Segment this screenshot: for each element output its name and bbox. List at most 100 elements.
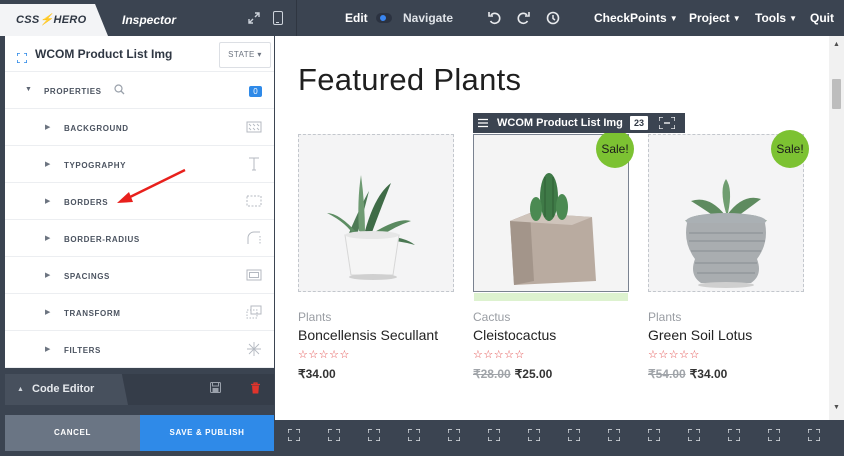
redo-icon[interactable] [515,10,531,26]
chevron-right-icon: ▶ [45,272,51,279]
fit-selection-icon[interactable] [659,117,675,129]
code-editor-bar: ▲ Code Editor [5,374,274,405]
chevron-up-icon: ▲ [17,386,24,393]
undo-icon[interactable] [487,10,503,26]
property-transform[interactable]: ▶ TRANSFORM [5,294,274,331]
select-target-icon[interactable] [488,429,500,441]
product-price: ₹28.00 ₹25.00 [473,367,552,381]
product-category[interactable]: Plants [298,310,331,324]
select-target-icon[interactable] [808,429,820,441]
expand-icon[interactable] [248,12,260,24]
mobile-device-icon[interactable] [273,11,283,25]
select-target-icon[interactable] [648,429,660,441]
save-icon[interactable] [210,382,221,393]
select-target-icon[interactable] [328,429,340,441]
select-target-icon[interactable] [288,429,300,441]
brand-right: HERO [53,14,87,26]
property-border-radius[interactable]: ▶ BORDER-RADIUS [5,220,274,257]
property-background[interactable]: ▶ BACKGROUND [5,109,274,146]
product-category[interactable]: Cactus [473,310,510,324]
vertical-scrollbar[interactable]: ▲ ▼ [829,36,844,420]
plant-image [327,175,415,280]
properties-label: PROPERTIES [44,87,102,96]
scroll-thumb[interactable] [832,79,841,109]
property-label: BACKGROUND [64,124,129,133]
select-target-icon[interactable] [608,429,620,441]
filters-icon [247,342,261,356]
chevron-down-icon: ▼ [732,14,741,23]
product-card[interactable]: Plants Boncellensis Secullant ☆☆☆☆☆ ₹34.… [298,134,454,381]
select-target-icon[interactable] [568,429,580,441]
selection-count-badge: 23 [630,116,648,130]
borders-icon [246,195,262,207]
selection-toolbar[interactable]: WCOM Product List Img 23 [473,113,685,133]
scroll-down-arrow-icon[interactable]: ▼ [833,404,840,411]
save-publish-button[interactable]: SAVE & PUBLISH [140,415,274,451]
product-card[interactable]: Sale! Cactus Cleistocactus ☆☆☆☆☆ ₹28.00 ₹… [473,130,634,381]
state-dropdown[interactable]: STATE ▾ [219,42,271,68]
page-title: Featured Plants [298,62,522,97]
background-icon [246,121,262,133]
trash-icon[interactable] [250,382,261,394]
inspector-tab[interactable]: Inspector [122,13,176,27]
product-rating: ☆☆☆☆☆ [473,349,525,361]
select-target-icon[interactable] [688,429,700,441]
select-target-icon[interactable] [448,429,460,441]
product-card[interactable]: Sale! Plants Green Soil Lotus ☆☆☆☆☆ ₹54.… [648,130,809,381]
select-target-icon[interactable] [528,429,540,441]
property-borders[interactable]: ▶ BORDERS [5,183,274,220]
scroll-up-arrow-icon[interactable]: ▲ [833,41,840,48]
product-category[interactable]: Plants [648,310,681,324]
element-header: WCOM Product List Img STATE ▾ [5,36,274,72]
product-image[interactable] [298,134,454,292]
property-filters[interactable]: ▶ FILTERS [5,331,274,368]
hamburger-menu-icon[interactable] [478,118,488,128]
product-name[interactable]: Cleistocactus [473,327,556,343]
code-editor-label[interactable]: Code Editor [32,383,94,395]
property-label: BORDER-RADIUS [64,235,140,244]
edit-navigate-toggle[interactable] [376,13,392,23]
product-name[interactable]: Boncellensis Secullant [298,327,438,343]
target-selector-icon[interactable] [17,53,27,63]
top-bar: CSS⚡HERO Inspector Edit Navigate CheckPo… [0,0,844,36]
select-target-icon[interactable] [368,429,380,441]
property-typography[interactable]: ▶ TYPOGRAPHY [5,146,274,183]
product-name[interactable]: Green Soil Lotus [648,327,752,343]
edit-mode-label[interactable]: Edit [345,11,368,25]
history-icon[interactable] [545,10,561,26]
old-price: ₹54.00 [648,367,686,381]
border-radius-icon [247,231,261,244]
property-label: FILTERS [64,346,101,355]
select-target-icon[interactable] [728,429,740,441]
selection-label: WCOM Product List Img [497,117,623,129]
property-spacings[interactable]: ▶ SPACINGS [5,257,274,294]
select-target-icon[interactable] [408,429,420,441]
navigate-mode-label[interactable]: Navigate [403,11,453,25]
sale-badge: Sale! [771,130,809,168]
chevron-down-icon: ▼ [789,14,798,23]
css-hero-editor: CSS⚡HERO Inspector Edit Navigate CheckPo… [0,0,844,456]
menu-tools[interactable]: Tools ▼ [755,11,797,25]
menu-checkpoints[interactable]: CheckPoints ▼ [594,11,678,25]
site-preview: Featured Plants Plants Boncellensis Secu… [275,36,844,420]
properties-header[interactable]: ▼ PROPERTIES 0 [5,73,274,109]
property-label: TYPOGRAPHY [64,161,127,170]
product-price: ₹34.00 [298,367,336,381]
menu-project[interactable]: Project ▼ [689,11,741,25]
property-label: BORDERS [64,198,109,207]
product-image-selected[interactable]: Sale! [473,130,634,301]
product-image[interactable]: Sale! [648,130,809,292]
old-price: ₹28.00 [473,367,511,381]
current-price: ₹25.00 [514,367,553,381]
search-icon[interactable] [114,84,125,95]
property-label: TRANSFORM [64,309,121,318]
chevron-right-icon: ▶ [45,124,51,131]
cancel-button[interactable]: CANCEL [5,415,140,451]
spacings-icon [246,269,262,281]
current-price: ₹34.00 [298,367,336,381]
chevron-down-icon: ▼ [669,14,678,23]
menu-quit[interactable]: Quit [810,11,834,25]
divider [296,0,297,36]
select-target-icon[interactable] [768,429,780,441]
chevron-right-icon: ▶ [45,161,51,168]
